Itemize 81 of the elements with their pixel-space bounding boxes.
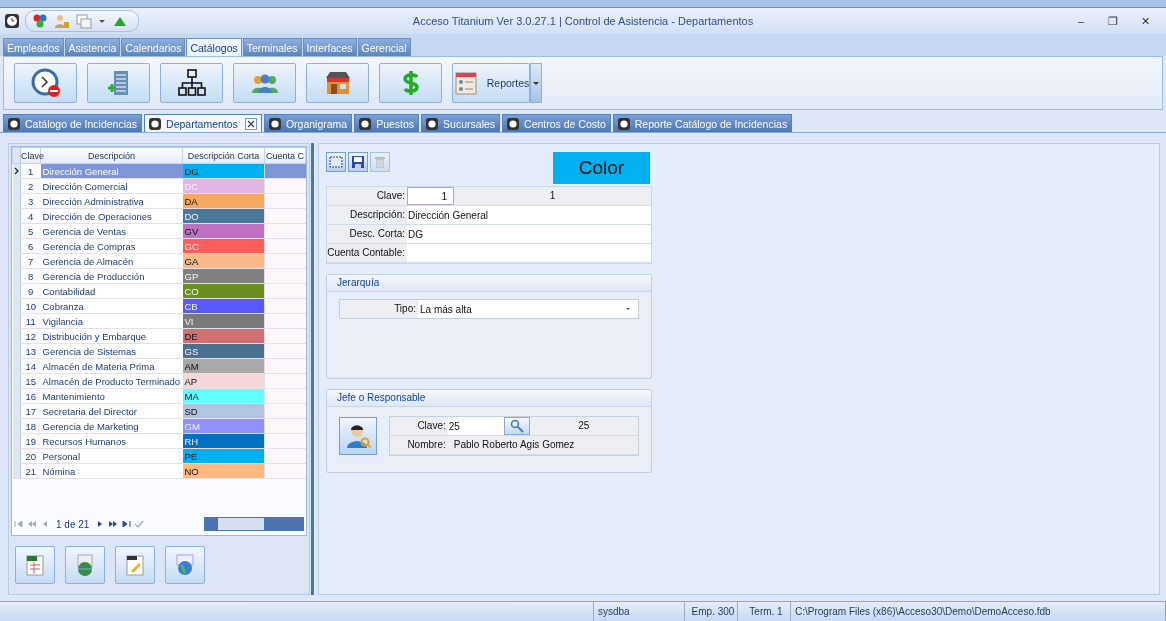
dollar-button[interactable] [379, 63, 442, 103]
export-web-button[interactable] [165, 546, 205, 584]
spreadsheet-icon [23, 553, 47, 577]
circles-icon[interactable] [32, 13, 48, 29]
save-button[interactable] [348, 152, 368, 172]
field-label: Cuenta Contable: [327, 244, 407, 262]
previous-page-icon[interactable] [27, 520, 37, 528]
field-label: Desc. Corta: [327, 225, 407, 243]
group-title: Jefe o Responsable [327, 390, 651, 407]
close-icon[interactable] [244, 117, 257, 130]
checkmark-icon[interactable] [134, 520, 145, 528]
caret-icon [532, 79, 540, 87]
dropdown-button[interactable] [530, 63, 542, 103]
clock-icon [149, 117, 162, 130]
user-lock-icon[interactable] [54, 13, 70, 29]
windows-icon[interactable] [76, 13, 92, 29]
input-field[interactable]: DG [407, 225, 651, 243]
status-text: sysdba [594, 602, 685, 621]
reports-button[interactable]: Reportes [452, 63, 530, 103]
document-tab[interactable]: Reporte Catálogo de Incidencias [612, 114, 793, 132]
clock-icon[interactable] [4, 13, 20, 29]
clock-icon [30, 68, 61, 98]
search-icon [509, 419, 524, 433]
status-text: Term. 1 [738, 602, 791, 621]
search-button[interactable] [503, 417, 530, 435]
row-pointer-icon [12, 167, 21, 175]
document-tab[interactable]: Departamentos [144, 114, 262, 132]
status-text: Emp. 300 [685, 602, 738, 621]
ribbon-tab[interactable]: Catálogos [186, 38, 242, 56]
field-label: Tipo: [340, 300, 418, 318]
last-page-icon[interactable] [121, 520, 132, 528]
org-chart-button[interactable] [160, 63, 223, 103]
clock-icon [426, 117, 439, 130]
clock-icon [8, 117, 20, 130]
field-label: Descripción: [327, 206, 407, 224]
trash-icon [373, 155, 387, 169]
document-tab[interactable]: Sucursales [421, 114, 501, 132]
field-label: Clave: [327, 187, 407, 205]
input-field[interactable] [407, 244, 651, 262]
field-value: Pablo Roberto Agis Gomez [452, 438, 575, 452]
clock-icon [268, 117, 281, 130]
document-tab[interactable]: Centros de Costo [502, 114, 611, 132]
status-text: C:\Program Files (x86)\Acceso30\Demo\DemoAcceso.fdb [791, 602, 1166, 621]
export-html-button[interactable] [65, 546, 105, 584]
input-field[interactable]: Dirección General [407, 206, 651, 224]
clock-button[interactable] [14, 63, 77, 103]
column-header[interactable]: Descripción Corta [182, 147, 265, 164]
save-icon [351, 155, 365, 169]
group-title: Jerarquía [327, 275, 651, 292]
blank-page-icon [329, 155, 343, 169]
text-document-icon [123, 553, 147, 577]
document-tab[interactable]: Catálogo de Incidencias [3, 114, 143, 132]
clock-icon [359, 117, 372, 130]
input-field[interactable]: 1 [407, 187, 454, 205]
record-position: 1 de 21 [56, 518, 90, 530]
export-xls-button[interactable] [15, 546, 55, 584]
minimize-button[interactable]: – [1068, 14, 1094, 28]
org-chart-icon [176, 68, 207, 98]
document-tab[interactable]: Puestos [354, 114, 420, 132]
store-button[interactable] [306, 63, 369, 103]
dropdown[interactable]: La más alta [418, 300, 638, 318]
caret-icon[interactable] [98, 17, 106, 25]
field-value: 1 [454, 187, 651, 205]
export-txt-button[interactable] [115, 546, 155, 584]
input-field[interactable]: 25 [447, 417, 504, 435]
clock-icon [617, 117, 630, 130]
clock-icon [507, 117, 520, 130]
column-header[interactable]: Cuenta C [264, 147, 306, 164]
globe-icon [173, 553, 197, 577]
close-button[interactable]: ✕ [1132, 14, 1158, 28]
window-title: Acceso Titanium Ver 3.0.27.1 | Control de Asistencia - Departamentos [412, 15, 754, 27]
building-button[interactable] [87, 63, 150, 103]
people-button[interactable] [233, 63, 296, 103]
caret-icon [624, 305, 632, 313]
document-tab[interactable]: Organigrama [263, 114, 353, 132]
horizontal-scrollbar[interactable] [204, 517, 304, 531]
next-page-icon[interactable] [108, 520, 119, 528]
restore-button[interactable]: ❐ [1100, 14, 1126, 28]
first-page-icon[interactable] [14, 520, 24, 528]
color-button[interactable]: Color [553, 152, 650, 184]
user-search-button[interactable] [339, 417, 377, 455]
